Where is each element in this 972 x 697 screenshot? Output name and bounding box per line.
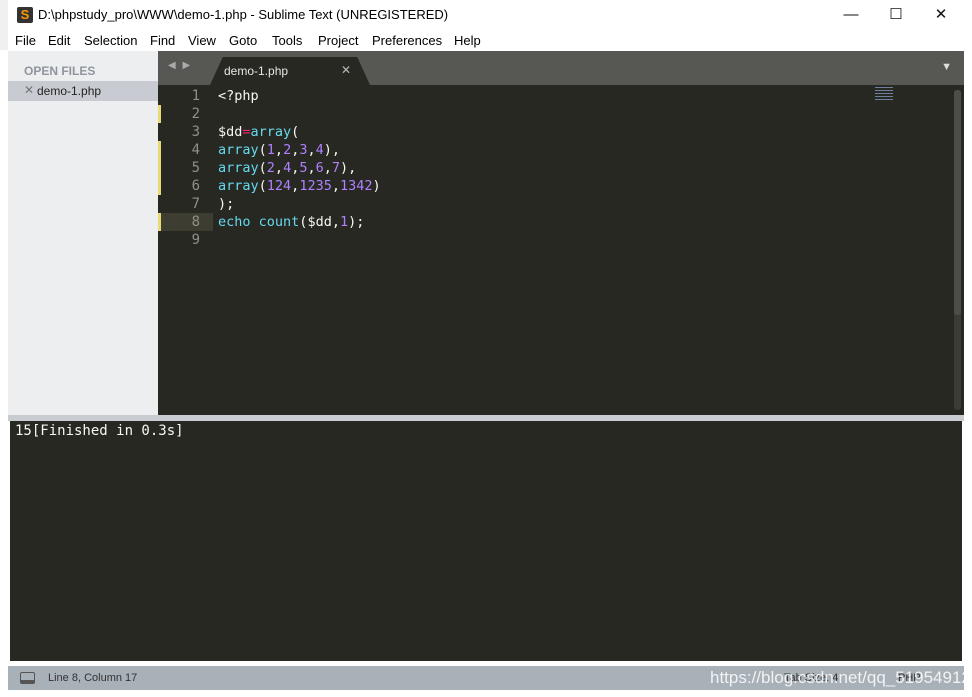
cursor-position: Line 8, Column 17 [48, 672, 138, 684]
menu-project[interactable]: Project [318, 33, 358, 48]
code-token: , [274, 142, 284, 158]
code-token: <?php [218, 88, 259, 104]
code-line[interactable]: 9 [158, 231, 964, 249]
line-number: 3 [191, 124, 200, 140]
code-token: , [307, 160, 316, 176]
code-token: 1 [266, 142, 275, 158]
code-token: 2 [266, 160, 275, 176]
code-token: 124 [266, 178, 292, 194]
code-token: ), [323, 142, 341, 158]
window-title: D:\phpstudy_pro\WWW\demo-1.php - Sublime… [38, 7, 449, 22]
background-window-left [0, 50, 8, 690]
code-line[interactable]: 6 array(124,1235,1342) [158, 177, 964, 195]
line-number: 2 [191, 106, 200, 122]
code-token: 1 [339, 214, 349, 230]
background-window [964, 0, 972, 697]
code-token: ( [291, 124, 300, 140]
code-line[interactable]: 4 array(1,2,3,4), [158, 141, 964, 159]
code-line[interactable]: 7); [158, 195, 964, 213]
build-output-panel: 15[Finished in 0.3s] [10, 421, 962, 661]
code-text: array(2,4,5,6,7), [218, 159, 356, 177]
background-window-bottom [0, 690, 972, 697]
sublime-logo-icon: S [17, 7, 33, 23]
code-token: count [258, 214, 300, 230]
code-text: echo count($dd,1); [218, 213, 364, 231]
code-token: = [242, 124, 251, 140]
menu-bar: File Edit Selection Find View Goto Tools… [8, 30, 964, 51]
tab-label[interactable]: demo-1.php [224, 64, 288, 78]
code-line[interactable]: 1 <?php [158, 87, 964, 105]
code-token: ), [340, 160, 357, 176]
line-number: 4 [191, 142, 200, 158]
code-token: 7 [331, 160, 341, 176]
code-token: 4 [283, 160, 292, 176]
line-number: 5 [191, 160, 200, 176]
code-token: 1342 [339, 178, 373, 194]
title-bar: S D:\phpstudy_pro\WWW\demo-1.php - Subli… [8, 0, 964, 30]
code-line[interactable]: 8 echo count($dd,1); [158, 213, 964, 231]
tab-close-icon[interactable]: ✕ [341, 63, 351, 77]
code-editor[interactable]: 1 <?php 2 3 $dd=array(4 array(1,2,3,4), 5 array… [158, 85, 964, 415]
code-line[interactable]: 2 [158, 105, 964, 123]
maximize-button[interactable]: ☐ [881, 4, 911, 26]
code-token: , [323, 160, 332, 176]
sidebar: OPEN FILES ✕ demo-1.php [8, 51, 158, 415]
code-token: array [218, 142, 259, 158]
build-output-text: 15[Finished in 0.3s] [15, 423, 184, 439]
sidebar-file-item[interactable]: ✕ demo-1.php [8, 81, 158, 101]
code-token: ( [258, 178, 267, 194]
code-token: , [331, 178, 340, 194]
code-text: array(124,1235,1342) [218, 177, 381, 195]
open-files-heading: OPEN FILES [24, 64, 96, 78]
code-token: ( [258, 142, 267, 158]
watermark: https://blog.csdn.net/qq_51954912 [710, 668, 971, 687]
panel-toggle-icon[interactable] [20, 672, 35, 684]
close-button[interactable]: ✕ [926, 4, 956, 26]
code-text: <?php [218, 87, 259, 105]
code-line[interactable]: 3 $dd=array( [158, 123, 964, 141]
close-file-icon[interactable]: ✕ [24, 83, 34, 97]
code-token: 2 [283, 142, 292, 158]
menu-selection[interactable]: Selection [84, 33, 137, 48]
menu-help[interactable]: Help [454, 33, 481, 48]
code-token: 4 [315, 142, 324, 158]
line-number: 1 [191, 88, 200, 104]
code-token: , [307, 142, 316, 158]
menu-file[interactable]: File [15, 33, 36, 48]
line-number: 6 [191, 178, 200, 194]
code-line[interactable]: 5 array(2,4,5,6,7), [158, 159, 964, 177]
code-token: ); [218, 196, 235, 212]
code-token: $dd, [307, 214, 340, 230]
code-token: array [218, 178, 259, 194]
code-token: $dd [218, 124, 243, 140]
menu-edit[interactable]: Edit [48, 33, 70, 48]
code-token: , [274, 160, 284, 176]
menu-find[interactable]: Find [150, 33, 175, 48]
line-number: 7 [191, 196, 200, 212]
code-token: ); [348, 214, 365, 230]
code-token: array [218, 160, 259, 176]
line-number: 8 [191, 214, 200, 230]
tab-bar: ◀ ▶ demo-1.php ✕ ▼ [158, 51, 964, 85]
code-token: 1235 [299, 178, 332, 194]
menu-tools[interactable]: Tools [272, 33, 302, 48]
code-token: ) [372, 178, 381, 194]
line-number: 9 [191, 232, 200, 248]
menu-view[interactable]: View [188, 33, 216, 48]
menu-preferences[interactable]: Preferences [372, 33, 442, 48]
minimize-button[interactable]: — [836, 4, 866, 26]
tab-nav-arrows-icon[interactable]: ◀ ▶ [168, 60, 192, 71]
code-text: $dd=array( [218, 123, 299, 141]
code-token: 6 [315, 160, 324, 176]
code-token: echo [218, 214, 251, 230]
tab-menu-icon[interactable]: ▼ [941, 61, 952, 73]
code-token: array [250, 124, 292, 140]
file-name: demo-1.php [37, 84, 102, 98]
menu-goto[interactable]: Goto [229, 33, 257, 48]
sublime-window: S D:\phpstudy_pro\WWW\demo-1.php - Subli… [8, 0, 964, 690]
code-token: ( [258, 160, 267, 176]
code-text: array(1,2,3,4), [218, 141, 340, 159]
code-text: ); [218, 195, 234, 213]
